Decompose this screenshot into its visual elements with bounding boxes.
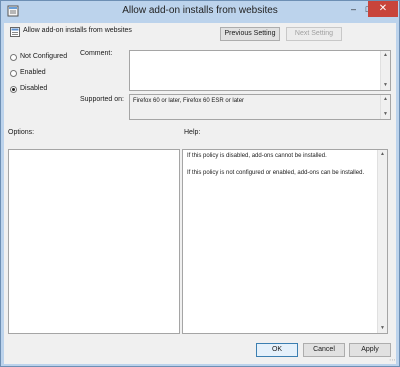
next-setting-button[interactable]: Next Setting [286, 27, 342, 41]
ok-button[interactable]: OK [256, 343, 298, 357]
help-text: If this policy is disabled, add-ons cann… [187, 152, 375, 186]
radio-enabled-circle[interactable] [10, 70, 17, 77]
options-panel [8, 149, 180, 334]
radio-selected-dot [12, 88, 15, 91]
comment-label: Comment: [80, 50, 113, 57]
supported-on-label: Supported on: [80, 96, 124, 103]
minimize-button[interactable]: – [346, 1, 361, 17]
supported-scrollbar[interactable]: ▲ ▼ [380, 95, 390, 119]
window-title: Allow add-on installs from websites [122, 5, 278, 16]
apply-button[interactable]: Apply [349, 343, 391, 357]
scroll-down-icon[interactable]: ▼ [381, 110, 390, 119]
radio-not-configured-label: Not Configured [20, 53, 68, 60]
supported-on-field: Firefox 60 or later, Firefox 60 ESR or l… [129, 94, 391, 120]
policy-dialog-window: Allow add-on installs from websites – □ … [0, 0, 400, 367]
scroll-down-icon[interactable]: ▼ [378, 324, 387, 333]
help-paragraph: If this policy is not configured or enab… [187, 170, 365, 176]
radio-not-configured-circle[interactable] [10, 54, 17, 61]
supported-on-value: Firefox 60 or later, Firefox 60 ESR or l… [133, 98, 245, 104]
help-paragraph: If this policy is disabled, add-ons cann… [187, 153, 327, 159]
resize-grip-icon[interactable]: ⋯ [389, 356, 396, 364]
options-label: Options: [8, 129, 35, 136]
scroll-up-icon[interactable]: ▲ [378, 150, 387, 159]
radio-disabled-label: Disabled [20, 85, 48, 92]
scroll-down-icon[interactable]: ▼ [381, 81, 390, 90]
policy-setting-icon [10, 27, 20, 37]
comment-scrollbar[interactable]: ▲ ▼ [380, 51, 390, 90]
close-button[interactable]: ✕ [368, 1, 398, 17]
help-panel: If this policy is disabled, add-ons cann… [182, 149, 388, 334]
scroll-up-icon[interactable]: ▲ [381, 95, 390, 104]
cancel-button[interactable]: Cancel [303, 343, 345, 357]
policy-name: Allow add-on installs from websites [23, 27, 132, 34]
help-label: Help: [184, 129, 201, 136]
radio-disabled-circle[interactable] [10, 86, 17, 93]
radio-enabled-label: Enabled [20, 69, 46, 76]
scroll-up-icon[interactable]: ▲ [381, 51, 390, 60]
comment-field[interactable]: ▲ ▼ [129, 50, 391, 91]
title-bar[interactable]: Allow add-on installs from websites – □ … [1, 1, 399, 23]
dialog-body: Allow add-on installs from websites Prev… [4, 23, 396, 364]
help-scrollbar[interactable]: ▲ ▼ [377, 150, 387, 333]
previous-setting-button[interactable]: Previous Setting [220, 27, 280, 41]
